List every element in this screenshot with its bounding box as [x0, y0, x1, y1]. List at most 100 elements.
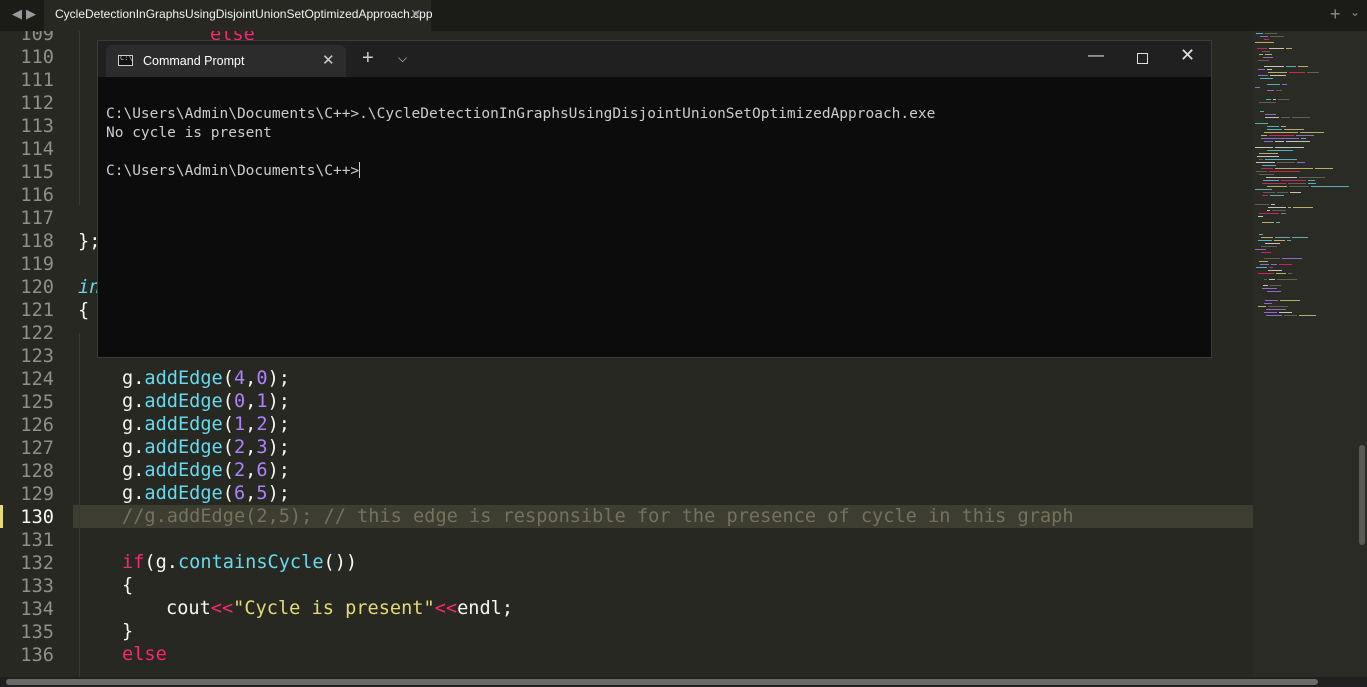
line-number: 122	[20, 323, 54, 344]
minimap-stroke	[1270, 195, 1284, 196]
indent-guide	[79, 31, 80, 206]
minimap-stroke	[1256, 162, 1275, 163]
minimap-stroke	[1268, 306, 1288, 307]
minimap-stroke	[1259, 174, 1274, 175]
line-number: 136	[20, 645, 54, 666]
minimap-stroke	[1268, 207, 1286, 208]
minimap-stroke	[1262, 195, 1268, 196]
minimap-stroke	[1255, 87, 1260, 88]
line-number: 130	[20, 507, 54, 528]
minimap-stroke	[1267, 129, 1282, 130]
line-number: 109	[20, 31, 54, 45]
terminal-line: C:\Users\Admin\Documents\C++>.\CycleDete…	[106, 106, 936, 122]
minimap-stroke	[1263, 180, 1279, 181]
minimap-stroke	[1267, 150, 1293, 151]
minimap-stroke	[1308, 183, 1316, 184]
line-number: 112	[20, 93, 54, 114]
vertical-scrollbar[interactable]	[1359, 445, 1365, 545]
line-number: 118	[20, 231, 54, 252]
minimap-stroke	[1288, 273, 1292, 274]
minimap-stroke	[1272, 210, 1286, 211]
new-tab-icon[interactable]: +	[1330, 4, 1341, 25]
minimap-stroke	[1255, 249, 1266, 250]
nav-forward-icon[interactable]: ▶	[26, 6, 36, 22]
minimap-stroke	[1277, 279, 1297, 280]
chevron-down-icon[interactable]: ⌵	[398, 51, 407, 66]
minimap-stroke	[1265, 159, 1297, 160]
line-number: 134	[20, 599, 54, 620]
minimap-stroke	[1255, 147, 1273, 148]
minimap-stroke	[1266, 315, 1282, 316]
minimap-stroke	[1258, 240, 1272, 241]
minimap-stroke	[1259, 234, 1263, 235]
nav-back-icon[interactable]: ◀	[12, 6, 22, 22]
command-prompt-window[interactable]: C:\ Command Prompt ✕ + ⌵ — ✕ C:\Users\Ad…	[97, 40, 1212, 358]
minimap-stroke	[1265, 117, 1279, 118]
line-number: 111	[20, 70, 54, 91]
minimap-stroke	[1293, 207, 1313, 208]
minimap-stroke	[1261, 138, 1299, 139]
line-number: 127	[20, 438, 54, 459]
minimap-stroke	[1266, 309, 1286, 310]
code-line: if(g.containsCycle())	[122, 552, 358, 573]
line-number: 120	[20, 277, 54, 298]
minimap-stroke	[1311, 186, 1349, 187]
minimap-stroke	[1288, 207, 1291, 208]
minimap-stroke	[1255, 123, 1268, 124]
minimap-stroke	[1259, 153, 1278, 154]
minimap-stroke	[1315, 168, 1333, 169]
close-icon[interactable]: ✕	[410, 6, 422, 23]
minimap[interactable]	[1253, 31, 1367, 677]
cmd-tab[interactable]: C:\ Command Prompt ✕	[106, 45, 346, 77]
line-number: 132	[20, 553, 54, 574]
terminal-output[interactable]: C:\Users\Admin\Documents\C++>.\CycleDete…	[106, 105, 935, 181]
line-number: 116	[20, 185, 54, 206]
minimap-stroke	[1275, 147, 1304, 148]
line-number: 114	[20, 139, 54, 160]
minimize-icon[interactable]: —	[1088, 47, 1104, 65]
code-line: g.addEdge(6,5);	[122, 483, 290, 504]
minimap-stroke	[1268, 72, 1287, 73]
horizontal-scrollbar[interactable]	[6, 679, 1318, 685]
minimap-stroke	[1264, 312, 1277, 313]
line-number: 133	[20, 576, 54, 597]
code-line: g.addEdge(2,3);	[122, 437, 290, 458]
terminal-prompt-line: C:\Users\Admin\Documents\C++>	[106, 162, 361, 179]
minimap-stroke	[1286, 66, 1296, 67]
minimap-stroke	[1276, 90, 1282, 91]
close-icon[interactable]: ✕	[1180, 45, 1195, 66]
code-line: {	[78, 300, 90, 321]
line-number: 115	[20, 162, 54, 183]
minimap-stroke	[1299, 177, 1325, 178]
line-number: 123	[20, 346, 54, 367]
minimap-stroke	[1270, 285, 1281, 286]
minimap-stroke	[1275, 141, 1284, 142]
line-number: 110	[20, 47, 54, 68]
code-line: cout<<"Cycle is present"<<endl;	[166, 598, 514, 619]
minimap-stroke	[1258, 69, 1265, 70]
minimap-stroke	[1279, 312, 1292, 313]
indent-guide	[79, 333, 80, 677]
code-line: g.addEdge(0,1);	[122, 391, 290, 412]
minimap-stroke	[1261, 168, 1273, 169]
cmd-title-bar[interactable]: C:\ Command Prompt ✕ + ⌵ — ✕	[98, 41, 1211, 77]
minimap-stroke	[1267, 69, 1272, 70]
minimap-stroke	[1276, 273, 1286, 274]
minimap-stroke	[1300, 132, 1324, 133]
minimap-stroke	[1269, 135, 1294, 136]
plus-icon[interactable]: +	[362, 47, 374, 70]
minimap-stroke	[1292, 237, 1308, 238]
minimap-stroke	[1296, 135, 1314, 136]
line-number: 128	[20, 461, 54, 482]
file-tab[interactable]: CycleDetectionInGraphsUsingDisjointUnion…	[44, 0, 433, 31]
minimap-stroke	[1267, 210, 1270, 211]
minimap-stroke	[1266, 177, 1297, 178]
chevron-down-icon[interactable]: ⌄	[1350, 5, 1360, 19]
line-number: 129	[20, 484, 54, 505]
minimap-stroke	[1277, 162, 1295, 163]
line-number: 124	[20, 369, 54, 390]
code-line: g.addEdge(2,6);	[122, 460, 290, 481]
minimap-stroke	[1270, 75, 1286, 76]
maximize-icon[interactable]	[1137, 53, 1148, 64]
close-icon[interactable]: ✕	[322, 51, 335, 69]
